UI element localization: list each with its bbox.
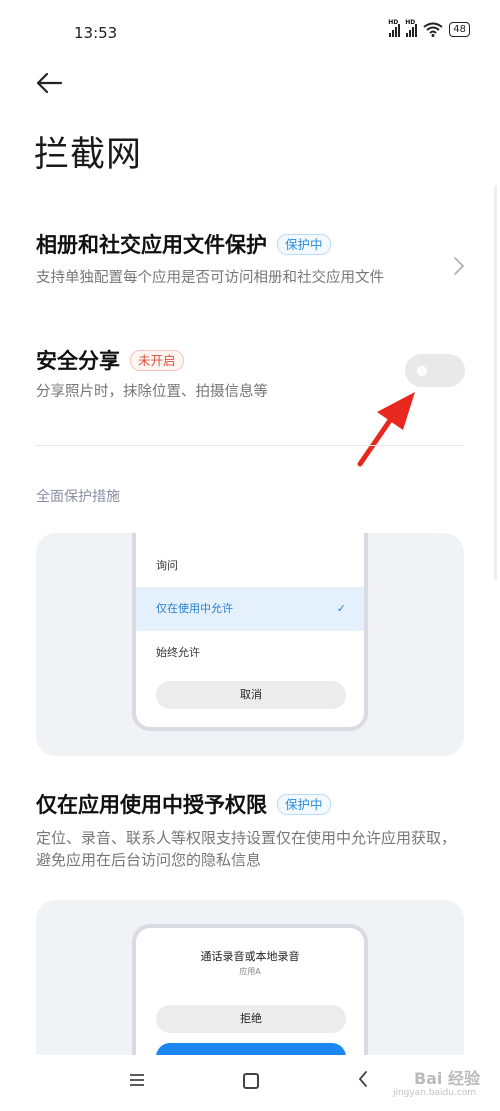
wifi-icon [423,22,443,37]
red-arrow-icon [357,392,415,467]
deny-button: 拒绝 [156,1005,346,1033]
allow-button [156,1043,346,1055]
divider [36,445,464,446]
while-in-use-row: 仅在应用使用中授予权限 保护中 定位、录音、联系人等权限支持设置仅在使用中允许应… [36,789,466,871]
permission-option: 询问 [156,559,178,572]
status-icons: HD HD 48 [388,19,470,37]
signal-hd-label-2: HD [405,18,416,26]
nav-back-icon[interactable] [358,1071,368,1087]
home-icon[interactable] [243,1073,259,1089]
section-label: 全面保护措施 [36,489,120,505]
status-badge: 保护中 [277,233,331,255]
signal-hd-label: HD [388,18,399,26]
signal-icon-2: HD [405,19,418,37]
page-title: 拦截网 [34,135,143,175]
status-badge: 未开启 [130,349,184,371]
while-in-use-description: 定位、录音、联系人等权限支持设置仅在使用中允许应用获取，避免应用在后台访问您的隐… [36,829,457,869]
signal-icon: HD [388,19,401,37]
chevron-right-icon [454,257,465,275]
while-in-use-title: 仅在应用使用中授予权限 [36,793,267,817]
scrollbar[interactable] [494,185,497,580]
permission-illustration-card: 询问 仅在使用中允许 ✓ 始终允许 取消 [36,533,464,756]
cancel-button: 取消 [156,681,346,709]
permission-option-selected: 仅在使用中允许 ✓ [136,587,364,631]
secure-share-toggle[interactable] [405,354,465,387]
secure-share-title: 安全分享 [36,349,120,373]
watermark: Bai 经验 [413,1069,480,1088]
secure-share-row: 安全分享 未开启 分享照片时，抹除位置、拍摄信息等 [36,345,396,403]
dialog-subtitle: 应用A [239,967,261,976]
phone-mockup: 通话录音或本地录音 应用A 拒绝 [132,924,368,1055]
dialog-title: 通话录音或本地录音 [200,950,300,963]
battery-indicator: 48 [449,22,470,37]
album-protection-title: 相册和社交应用文件保护 [36,233,267,257]
phone-mockup: 询问 仅在使用中允许 ✓ 始终允许 取消 [132,533,368,731]
secure-share-description: 分享照片时，抹除位置、拍摄信息等 [36,384,268,400]
album-protection-row[interactable]: 相册和社交应用文件保护 保护中 支持单独配置每个应用是否可访问相册和社交应用文件 [36,229,456,289]
back-arrow-icon[interactable] [34,68,64,98]
status-time: 13:53 [74,24,118,42]
status-badge: 保护中 [277,793,331,815]
album-protection-description: 支持单独配置每个应用是否可访问相册和社交应用文件 [36,270,384,286]
menu-icon[interactable] [130,1074,144,1086]
toggle-knob [417,366,427,376]
permission-option: 始终允许 [156,646,200,659]
watermark-url: jingyan.baidu.com [392,1088,476,1098]
check-icon: ✓ [336,602,346,615]
record-illustration-card: 通话录音或本地录音 应用A 拒绝 [36,900,464,1055]
